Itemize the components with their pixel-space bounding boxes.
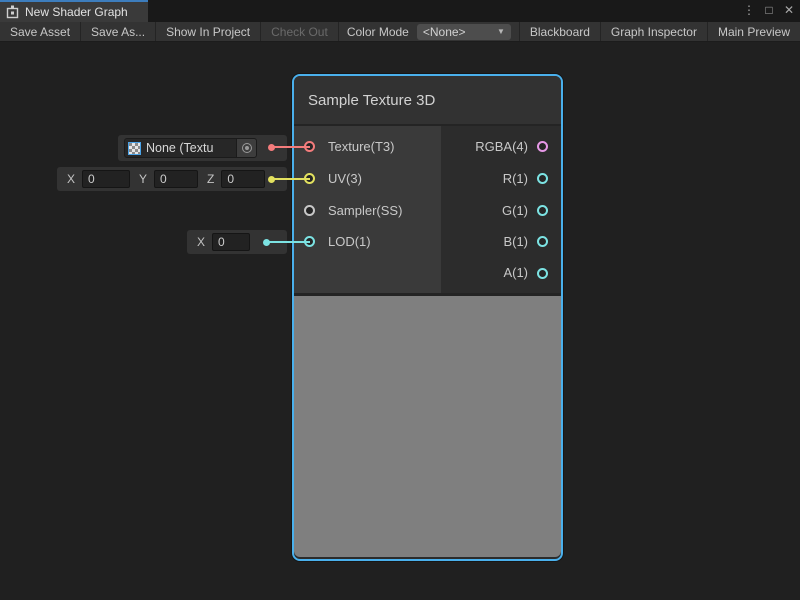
- texture-edge-wire[interactable]: [272, 146, 310, 148]
- texture-edge-dot: [268, 144, 275, 151]
- output-port-b[interactable]: [537, 236, 548, 247]
- uv-x-field[interactable]: 0: [82, 170, 130, 188]
- uv-edge-wire[interactable]: [272, 178, 310, 180]
- tab-title: New Shader Graph: [25, 5, 128, 19]
- lod-x-field[interactable]: 0: [212, 233, 250, 251]
- output-port-r[interactable]: [537, 173, 548, 184]
- input-label-sampler: Sampler(SS): [328, 202, 402, 220]
- save-asset-button[interactable]: Save Asset: [0, 22, 81, 41]
- object-picker-icon: [242, 143, 252, 153]
- output-label-b: B(1): [503, 233, 528, 251]
- uv-z-field[interactable]: 0: [221, 170, 265, 188]
- graph-inspector-button[interactable]: Graph Inspector: [600, 22, 707, 41]
- chevron-down-icon: ▼: [497, 27, 505, 36]
- uv-y-label: Y: [139, 172, 147, 186]
- uv-x-label: X: [67, 172, 75, 186]
- output-label-g: G(1): [502, 202, 528, 220]
- texture-object-value: None (Textu: [146, 141, 236, 155]
- output-port-g[interactable]: [537, 205, 548, 216]
- tab-bar: New Shader Graph ⋮ □ ✕: [0, 0, 800, 22]
- object-picker-button[interactable]: [236, 139, 256, 157]
- color-mode-value: <None>: [423, 25, 466, 39]
- node-sample-texture-3d[interactable]: Sample Texture 3D Texture(T3) UV(3) Samp…: [292, 74, 563, 561]
- texture-object-field[interactable]: None (Textu: [124, 138, 257, 158]
- uv-edge-dot: [268, 176, 275, 183]
- color-mode-label: Color Mode: [339, 22, 417, 41]
- main-preview-button[interactable]: Main Preview: [707, 22, 800, 41]
- input-label-uv: UV(3): [328, 170, 362, 188]
- blackboard-button[interactable]: Blackboard: [519, 22, 600, 41]
- input-label-lod: LOD(1): [328, 233, 371, 251]
- graph-canvas[interactable]: None (Textu X 0 Y 0 Z 0 X 0 Sample Textu…: [0, 42, 800, 600]
- close-icon[interactable]: ✕: [782, 0, 796, 20]
- maximize-icon[interactable]: □: [762, 0, 776, 20]
- output-port-a[interactable]: [537, 268, 548, 279]
- uv-y-field[interactable]: 0: [154, 170, 198, 188]
- output-label-a: A(1): [503, 264, 528, 282]
- tab-new-shader-graph[interactable]: New Shader Graph: [0, 0, 148, 22]
- lod-x-label: X: [197, 235, 205, 249]
- save-as-button[interactable]: Save As...: [81, 22, 156, 41]
- output-label-rgba: RGBA(4): [475, 138, 528, 156]
- input-label-texture: Texture(T3): [328, 138, 394, 156]
- shader-graph-icon: [6, 5, 19, 19]
- window-menu-icon[interactable]: ⋮: [742, 0, 756, 20]
- uv-z-label: Z: [207, 172, 214, 186]
- show-in-project-button[interactable]: Show In Project: [156, 22, 261, 41]
- output-port-rgba[interactable]: [537, 141, 548, 152]
- color-mode-dropdown[interactable]: <None> ▼: [417, 24, 511, 40]
- output-label-r: R(1): [503, 170, 528, 188]
- node-preview[interactable]: [294, 296, 561, 557]
- texture-checker-icon: [128, 142, 141, 155]
- shader-graph-toolbar: Save Asset Save As... Show In Project Ch…: [0, 22, 800, 42]
- input-port-sampler[interactable]: [304, 205, 315, 216]
- lod-edge-dot: [263, 239, 270, 246]
- lod-edge-wire[interactable]: [267, 241, 310, 243]
- node-title[interactable]: Sample Texture 3D: [294, 76, 561, 126]
- texture-input-widget: None (Textu: [118, 135, 287, 161]
- uv-input-widget: X 0 Y 0 Z 0: [57, 167, 287, 191]
- window-controls: ⋮ □ ✕: [742, 0, 796, 20]
- check-out-button: Check Out: [261, 22, 339, 41]
